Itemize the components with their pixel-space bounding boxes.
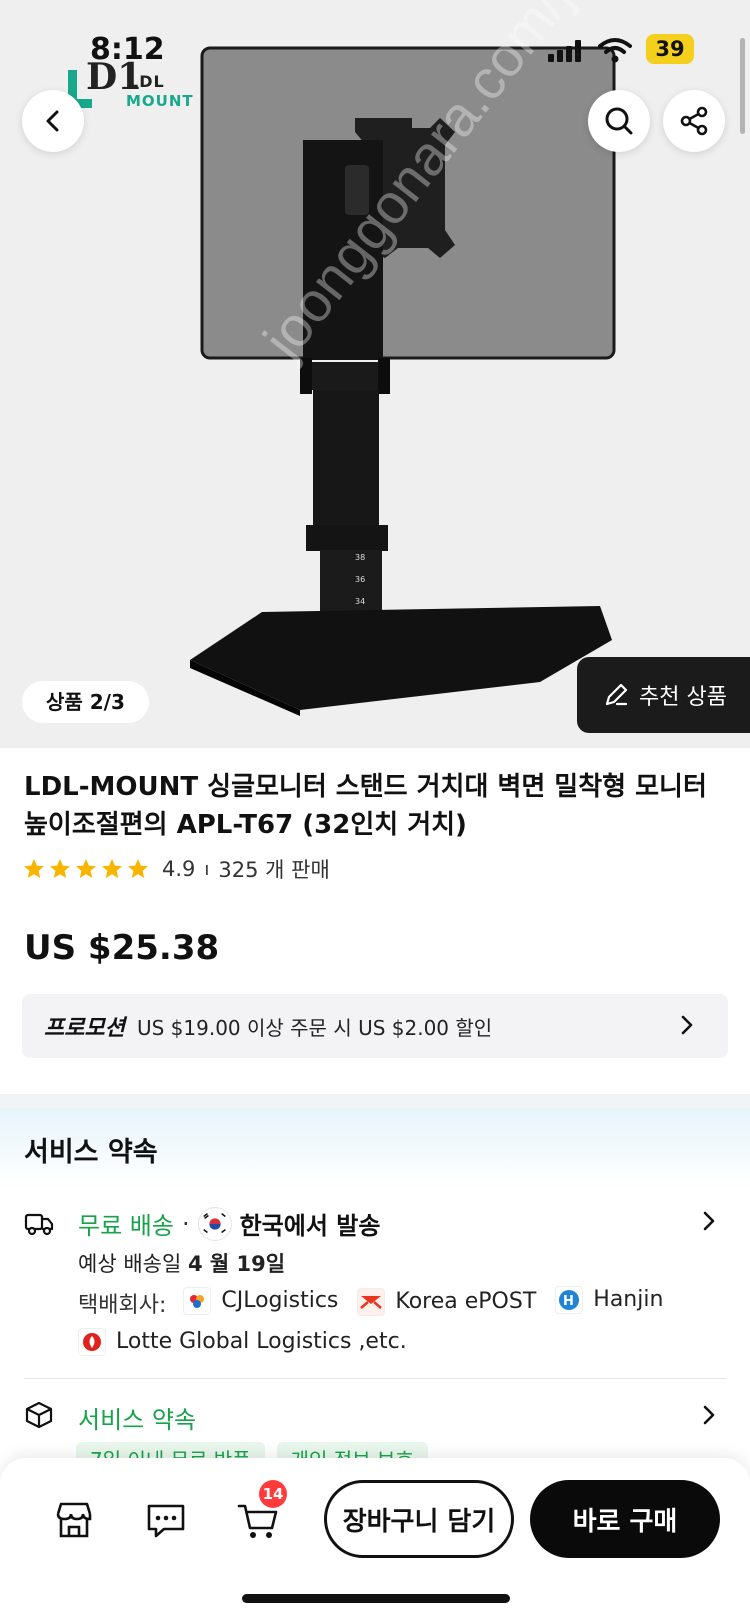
search-icon [605,107,633,135]
carrier-list: 택배회사: CJLogistics Korea ePOST H Hanjin L… [78,1282,718,1365]
wifi-icon [598,38,632,63]
svg-text:38: 38 [355,553,365,562]
search-button[interactable] [588,90,650,152]
svg-text:34: 34 [355,597,365,606]
sold-count: 325 개 판매 [218,858,330,882]
chevron-right-icon[interactable] [698,1404,720,1426]
cellular-signal-icon [548,40,582,62]
carrier-name: CJLogistics [221,1288,339,1313]
recommended-products-button[interactable]: 추천 상품 [577,657,750,733]
lotte-logo-icon [78,1328,106,1356]
section-divider [0,1094,750,1108]
product-price: US $25.38 [24,928,220,968]
service-promise-link[interactable]: 서비스 약속 [78,1400,196,1435]
star-icon [50,859,70,878]
truck-icon [24,1213,54,1236]
add-to-cart-button[interactable]: 장바구니 담기 [324,1480,514,1558]
carrier-name: Hanjin [593,1287,664,1312]
rating-value: 4.9 [162,857,196,881]
ships-from-korea-label: 한국에서 발송 [239,1212,381,1240]
svg-text:36: 36 [355,575,365,584]
star-icon [102,859,122,878]
star-icon [128,859,148,878]
hanjin-logo-icon: H [555,1286,584,1314]
shipping-row[interactable]: 무료 배송 · 한국에서 발송 [78,1206,380,1241]
share-icon [680,106,708,136]
star-icon [76,859,96,878]
epost-logo-icon [357,1288,386,1316]
recommended-products-label: 추천 상품 [639,685,727,710]
edit-icon [605,683,628,706]
free-shipping-label: 무료 배송 [78,1212,174,1240]
carrier-hanjin: H Hanjin [555,1282,663,1318]
share-button[interactable] [663,90,725,152]
cart-count-badge: 14 [259,1480,287,1508]
carriers-label: 택배회사: [78,1293,167,1318]
chevron-left-icon [46,110,59,132]
cj-logo-icon [183,1287,212,1315]
service-section-title: 서비스 약속 [24,1137,158,1168]
carrier-name: Lotte Global Logistics ,etc. [116,1329,407,1354]
carrier-lotte: Lotte Global Logistics ,etc. [78,1324,407,1360]
estimated-delivery: 예상 배송일 4 월 19일 [78,1248,285,1278]
chat-icon[interactable] [144,1498,188,1542]
promotion-text: US $19.00 이상 주문 시 US $2.00 할인 [136,1015,493,1040]
carrier-cj: CJLogistics [183,1283,338,1319]
back-button[interactable] [22,90,84,152]
divider [24,1378,726,1379]
product-image-carousel[interactable]: 38 36 34 32 joonggonara.com/joonggonara … [0,0,750,748]
product-title: LDL-MOUNT 싱글모니터 스탠드 거치대 벽면 밀착형 모니터 높이조절편… [24,772,707,840]
scrollbar[interactable] [740,38,745,134]
battery-indicator: 39 [646,34,694,64]
promotion-label: 프로모션 [44,1016,125,1041]
status-bar: 8:12 39 [0,0,750,100]
store-icon[interactable] [52,1498,96,1542]
dot-separator: · [181,1209,190,1238]
rating-separator: ı [204,858,210,880]
korea-flag-icon [197,1206,232,1241]
carrier-epost: Korea ePOST [357,1284,536,1320]
bottom-action-bar: 14 장바구니 담기 바로 구매 [0,1458,750,1623]
buy-now-button[interactable]: 바로 구매 [530,1480,720,1558]
eta-prefix: 예상 배송일 [78,1252,182,1276]
home-indicator [242,1594,510,1603]
star-icon [24,859,44,878]
carrier-name: Korea ePOST [395,1289,537,1314]
promotion-banner[interactable]: 프로모션 US $19.00 이상 주문 시 US $2.00 할인 [22,994,728,1058]
svg-text:H: H [563,1294,574,1309]
eta-date: 4 월 19일 [187,1252,286,1276]
rating-row[interactable]: 4.9 ı 325 개 판매 [22,854,330,884]
chevron-right-icon[interactable] [698,1210,720,1232]
status-time: 8:12 [90,32,165,67]
box-icon [25,1401,53,1429]
rating-stars [22,857,150,881]
image-counter: 상품 2/3 [22,681,149,723]
chevron-right-icon [681,1015,693,1035]
